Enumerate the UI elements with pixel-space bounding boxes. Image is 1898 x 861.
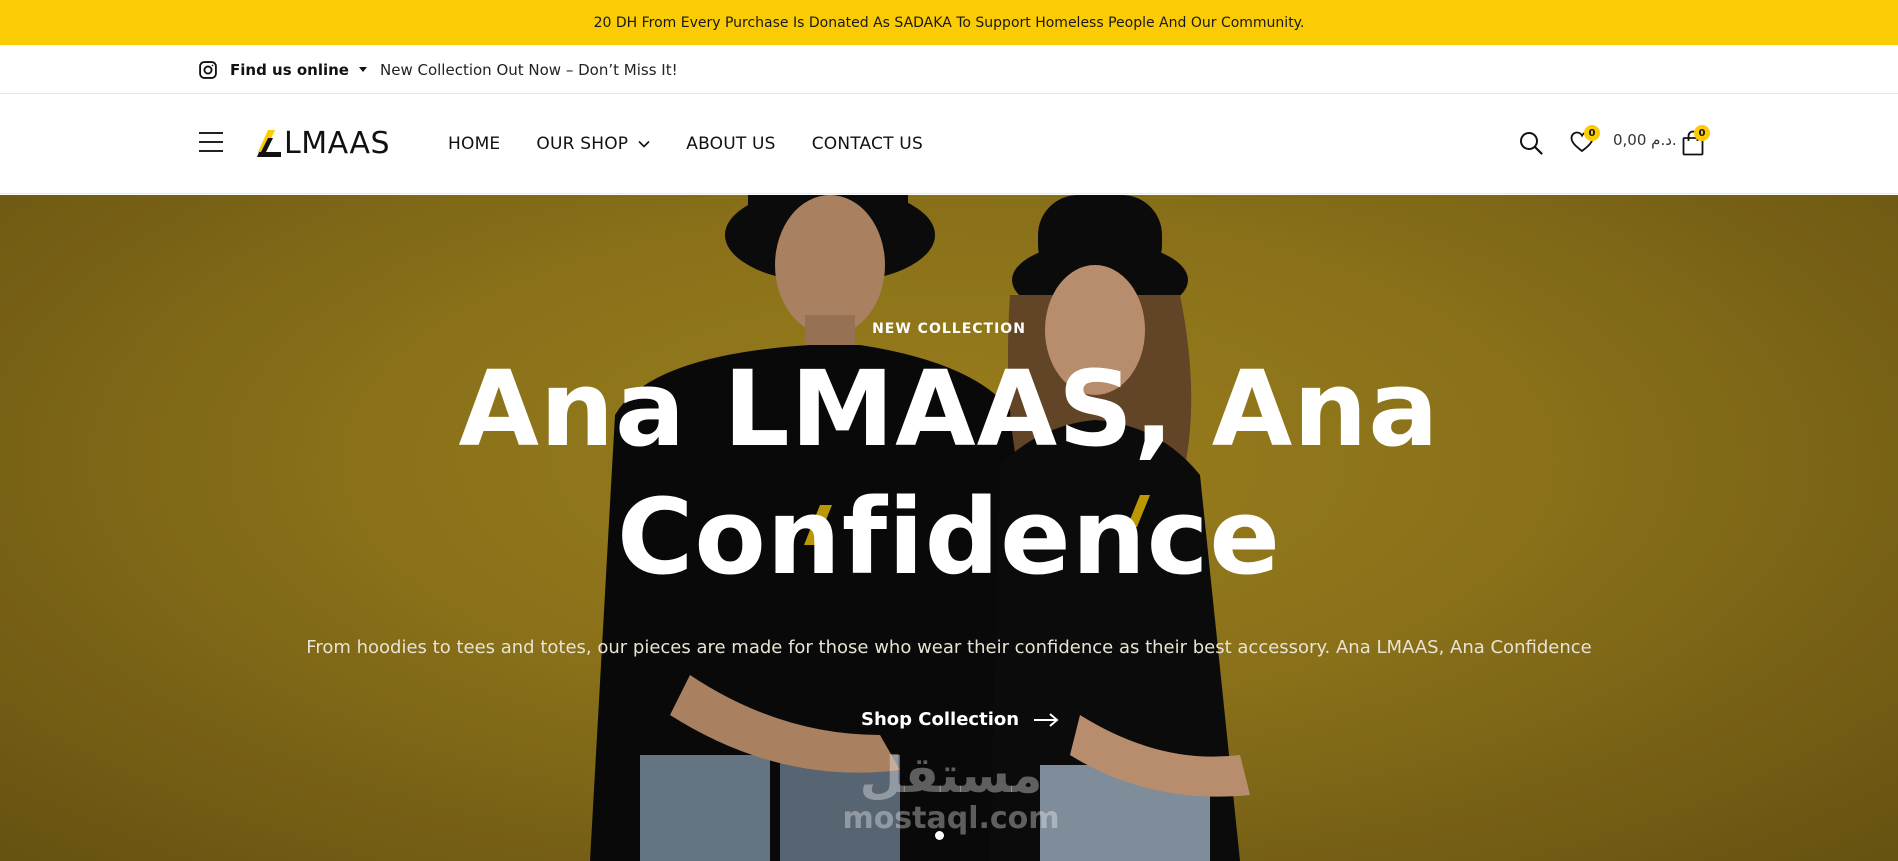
chevron-down-icon [638, 140, 650, 148]
slider-dots [935, 831, 944, 840]
main-nav: HOME OUR SHOP ABOUT US CONTACT US [448, 94, 959, 194]
wishlist-count-badge: 0 [1584, 125, 1600, 141]
shop-collection-button[interactable]: Shop Collection [861, 709, 1059, 730]
shop-collection-label: Shop Collection [861, 709, 1020, 730]
logo-mark-icon [257, 130, 281, 157]
watermark-url: mostaql.com [842, 801, 1060, 836]
nav-home[interactable]: HOME [448, 134, 500, 154]
nav-contact-us-label: CONTACT US [811, 134, 923, 154]
slider-dot-active[interactable] [935, 831, 944, 840]
cart-total[interactable]: 0,00 د.م. [1613, 131, 1677, 149]
nav-our-shop-label: OUR SHOP [536, 134, 629, 154]
watermark: مستقل mostaql.com [836, 747, 1066, 835]
instagram-icon [198, 60, 218, 80]
announcement-text: 20 DH From Every Purchase Is Donated As … [593, 14, 1305, 31]
hero-banner: NEW COLLECTION Ana LMAAS, Ana Confidence… [0, 195, 1898, 861]
wishlist-button[interactable]: 0 [1570, 125, 1600, 153]
caret-down-icon [358, 67, 367, 72]
logo[interactable]: LMAAS [256, 128, 390, 160]
nav-contact-us[interactable]: CONTACT US [812, 134, 923, 154]
top-bar: Find us online New Collection Out Now – … [0, 45, 1898, 94]
find-us-label: Find us online [230, 60, 349, 79]
hero-title: Ana LMAAS, Ana Confidence [458, 348, 1440, 598]
nav-about-us-label: ABOUT US [686, 134, 776, 154]
promo-text: New Collection Out Now – Don’t Miss It! [380, 60, 678, 79]
cart-button[interactable]: 0 [1682, 125, 1710, 156]
search-button[interactable] [1519, 131, 1543, 155]
hero-subtitle: From hoodies to tees and totes, our piec… [306, 637, 1592, 658]
find-us-dropdown[interactable]: Find us online [198, 45, 367, 94]
hero-eyebrow: NEW COLLECTION [872, 321, 1026, 337]
announcement-bar: 20 DH From Every Purchase Is Donated As … [0, 0, 1898, 45]
logo-text: LMAAS [284, 126, 391, 161]
nav-our-shop[interactable]: OUR SHOP [536, 134, 650, 154]
search-icon [1520, 132, 1543, 155]
nav-home-label: HOME [448, 134, 501, 154]
arrow-right-icon [1034, 712, 1059, 727]
watermark-arabic: مستقل [859, 746, 1043, 804]
nav-about-us[interactable]: ABOUT US [686, 134, 775, 154]
hamburger-icon[interactable] [199, 132, 223, 152]
cart-count-badge: 0 [1694, 125, 1710, 141]
